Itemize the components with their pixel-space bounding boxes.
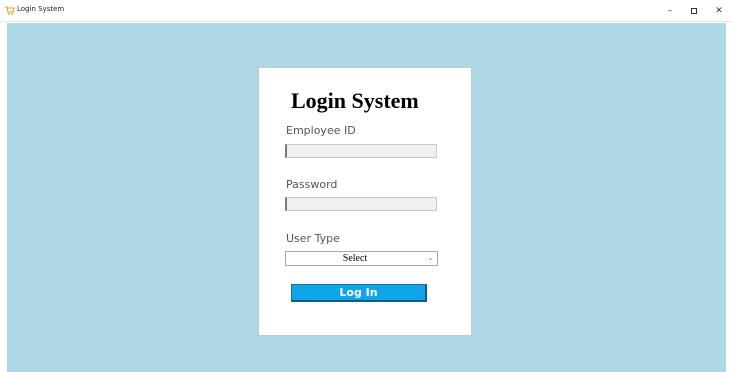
- user-type-selected-value: Select: [342, 253, 368, 264]
- window-title: Login System: [17, 5, 65, 13]
- minimize-button[interactable]: –: [662, 4, 678, 18]
- maximize-icon: [691, 7, 697, 14]
- password-input[interactable]: [285, 197, 437, 211]
- user-type-select[interactable]: Select ⌄: [285, 251, 438, 266]
- employee-id-input[interactable]: [285, 144, 437, 158]
- login-panel: Login System Employee ID Password User T…: [258, 67, 472, 336]
- close-button[interactable]: ✕: [711, 4, 727, 18]
- title-bar: Login System – ✕: [0, 0, 732, 22]
- chevron-down-icon: ⌄: [427, 253, 434, 262]
- user-type-label: User Type: [286, 232, 340, 245]
- minimize-icon: –: [667, 6, 673, 16]
- password-label: Password: [286, 178, 338, 191]
- close-icon: ✕: [715, 6, 723, 16]
- cart-icon: [5, 6, 15, 15]
- login-heading: Login System: [291, 88, 419, 113]
- login-button[interactable]: Log In: [291, 284, 427, 302]
- employee-id-label: Employee ID: [286, 124, 356, 137]
- maximize-button[interactable]: [686, 4, 702, 18]
